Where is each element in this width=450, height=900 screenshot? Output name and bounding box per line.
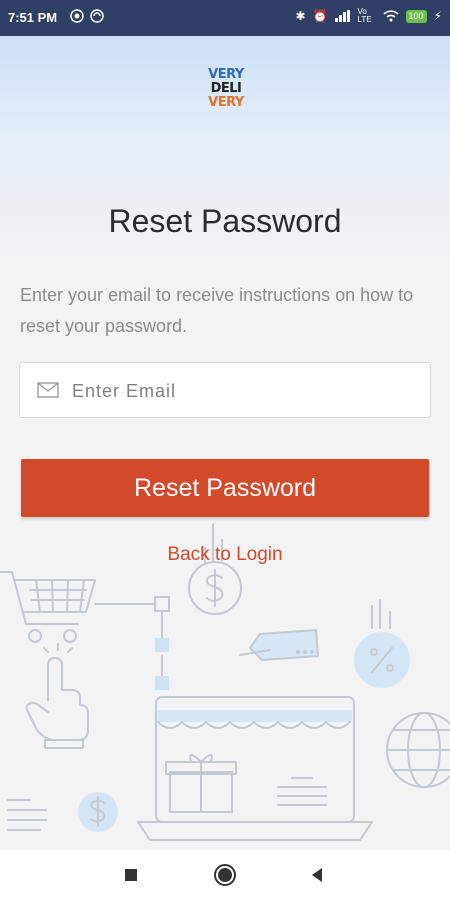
recent-apps-button[interactable] <box>118 862 144 888</box>
status-time: 7:51 PM <box>8 10 58 25</box>
reset-password-button[interactable]: Reset Password <box>21 459 429 517</box>
ecommerce-illustration <box>0 523 450 841</box>
email-field[interactable] <box>19 362 431 419</box>
logo-line-3: VERY <box>208 95 244 110</box>
connector-node <box>155 676 169 690</box>
email-input[interactable] <box>70 363 424 419</box>
small-dollar-coin-icon <box>78 792 118 832</box>
globe-icon <box>386 712 450 788</box>
page-description: Enter your email to receive instructions… <box>20 285 414 336</box>
notification-icon <box>70 9 84 23</box>
signal-icon <box>334 10 350 22</box>
status-bar: 7:51 PM ✱ ⏰ Vo LTE 100 ⚡ <box>0 0 450 36</box>
charging-icon: ⚡ <box>433 9 442 23</box>
discount-icon <box>354 599 410 688</box>
logo-line-2: DELI <box>210 81 242 96</box>
battery-icon: 100 <box>405 9 427 23</box>
wifi-icon <box>382 10 399 22</box>
dollar-coin-icon <box>188 523 242 615</box>
network-label: Vo LTE <box>357 7 372 24</box>
decorative-lines <box>7 799 47 831</box>
back-to-login-link[interactable]: Back to Login <box>0 544 450 566</box>
shopping-cart-icon <box>0 571 156 643</box>
connector-node <box>155 638 169 652</box>
sync-icon <box>90 9 104 23</box>
envelope-icon <box>37 382 59 398</box>
home-button[interactable] <box>212 862 238 888</box>
back-button[interactable] <box>304 862 330 888</box>
battery-level: 100 <box>408 10 424 21</box>
hand-pointer-icon <box>25 643 89 749</box>
flow-connector <box>154 596 170 677</box>
bluetooth-icon: ✱ <box>295 9 306 23</box>
page-title: Reset Password <box>108 203 342 239</box>
laptop-store-icon <box>137 696 373 841</box>
logo-line-1: VERY <box>208 67 244 82</box>
app-logo: VERY DELI VERY <box>205 68 247 116</box>
alarm-icon: ⏰ <box>312 9 328 23</box>
system-nav-bar <box>0 850 450 900</box>
price-tag-icon <box>239 629 319 661</box>
